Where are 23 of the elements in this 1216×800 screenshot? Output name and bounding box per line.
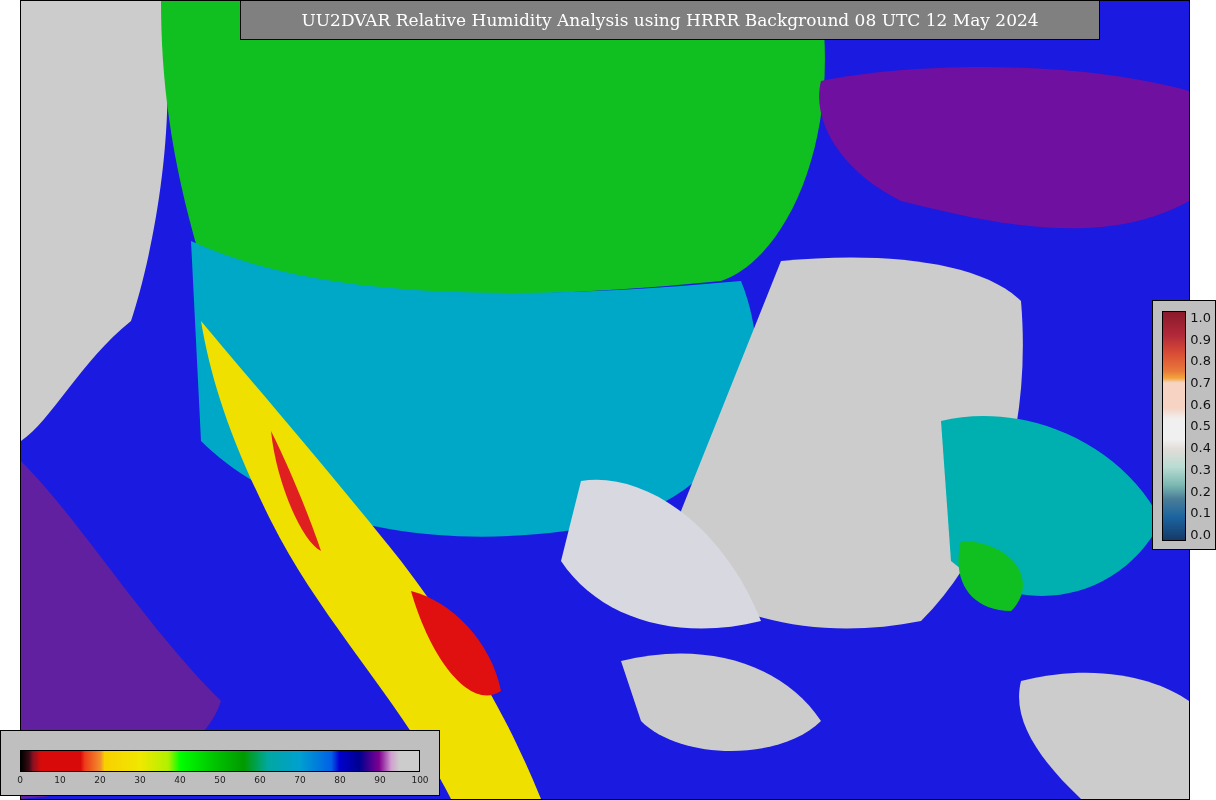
tick-label: 60: [254, 775, 266, 785]
tick-label: 100: [411, 775, 429, 785]
tick-label: 90: [374, 775, 386, 785]
tick-label: 0.4: [1190, 441, 1211, 455]
tick-label: 1.0: [1190, 311, 1211, 324]
tick-label: 20: [94, 775, 106, 785]
tick-label: 0.0: [1190, 527, 1211, 541]
tick-label: 50: [214, 775, 226, 785]
tick-label: 40: [174, 775, 186, 785]
tick-label: 0.1: [1190, 506, 1211, 520]
map-title: UU2DVAR Relative Humidity Analysis using HRRR Background 08 UTC 12 May 2024: [240, 0, 1100, 40]
tick-label: 0.6: [1190, 397, 1211, 411]
tick-label: 0.2: [1190, 484, 1211, 498]
tick-label: 0.3: [1190, 462, 1211, 476]
tick-label: 30: [134, 775, 146, 785]
tick-label: 0: [17, 775, 23, 785]
tick-label: 70: [294, 775, 306, 785]
tick-label: 0.9: [1190, 332, 1211, 346]
tick-label: 80: [334, 775, 346, 785]
tick-label: 0.8: [1190, 354, 1211, 368]
tick-label: 0.7: [1190, 376, 1211, 390]
tick-label: 10: [54, 775, 66, 785]
tick-label: 0.5: [1190, 419, 1211, 433]
